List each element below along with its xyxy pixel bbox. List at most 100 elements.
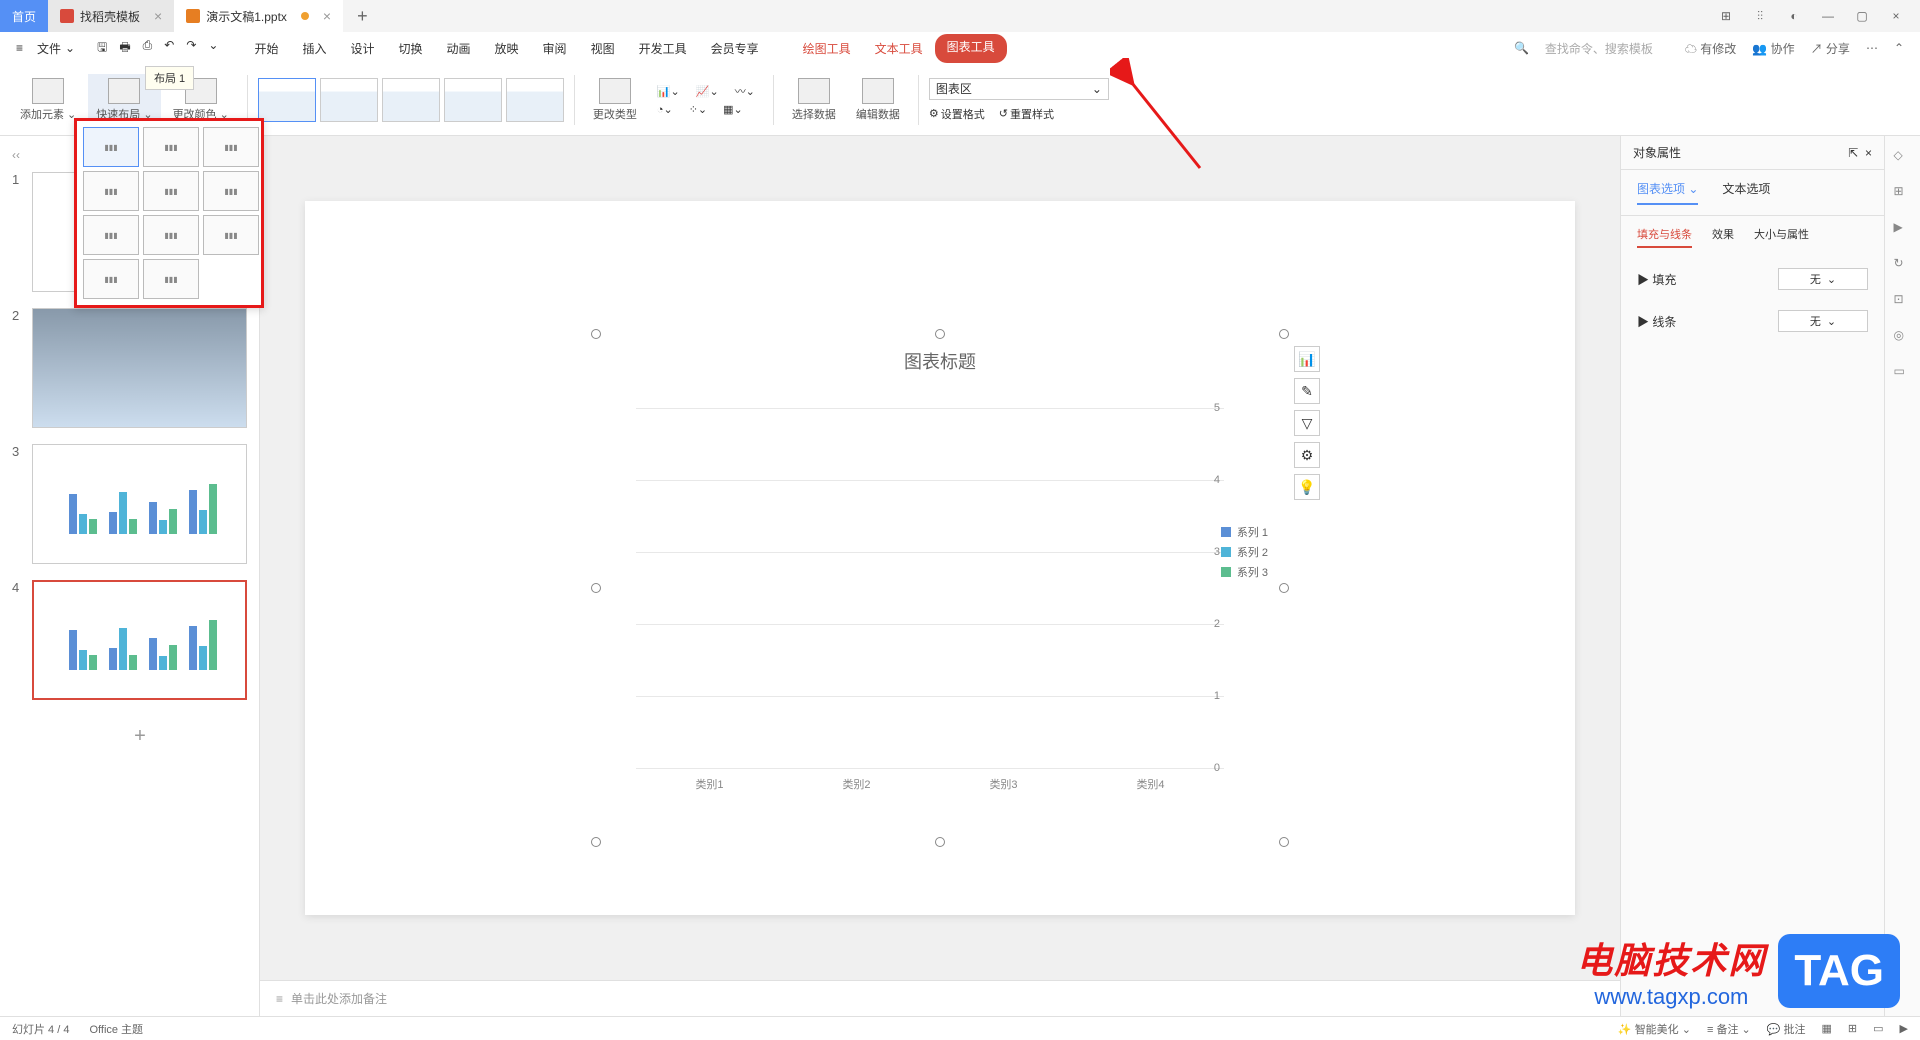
chart-style-1[interactable] [258, 78, 316, 122]
preview-icon[interactable]: ⎙ [143, 38, 153, 59]
view-sorter-icon[interactable]: ⊞ [1848, 1022, 1857, 1035]
close-panel-icon[interactable]: × [1865, 146, 1872, 160]
chart-style-4[interactable] [444, 78, 502, 122]
scatter-type-dropdown[interactable]: ⁘⌄ [689, 103, 707, 116]
props-subtab-fill[interactable]: 填充与线条 [1637, 226, 1692, 248]
tab-template[interactable]: 找稻壳模板 × [48, 0, 174, 32]
chart-style-3[interactable] [382, 78, 440, 122]
chart-object[interactable]: 图表标题 012345 类别1类别2类别3类别4 系列 1系列 2系列 3 📊 … [595, 333, 1285, 843]
change-type-button[interactable]: 更改类型 [585, 74, 645, 126]
file-menu[interactable]: 文件⌄ [29, 36, 83, 61]
search-hint[interactable]: 查找命令、搜索模板 [1545, 40, 1653, 57]
tab-member[interactable]: 会员专享 [699, 34, 771, 63]
tab-text-tools[interactable]: 文本工具 [863, 34, 935, 63]
print-icon[interactable]: 🖶 [119, 38, 130, 59]
tab-home[interactable]: 首页 [0, 0, 48, 32]
menu-more-icon[interactable]: ⋯ [1866, 41, 1878, 55]
view-reading-icon[interactable]: ▭ [1873, 1022, 1883, 1035]
layout-option-9[interactable]: ▮▮▮ [203, 215, 259, 255]
notes-toggle[interactable]: ≡ 备注 ⌄ [1707, 1021, 1751, 1037]
collapse-panel-icon[interactable]: ‹‹ [12, 148, 28, 164]
layout-option-5[interactable]: ▮▮▮ [143, 171, 199, 211]
reset-style-button[interactable]: ↺ 重置样式 [999, 106, 1054, 122]
pie-type-dropdown[interactable]: ◔⌄ [657, 103, 673, 116]
area-type-dropdown[interactable]: 〰⌄ [735, 83, 755, 99]
chart-elements-button[interactable]: 📊 [1294, 346, 1320, 372]
side-tool-4[interactable]: ↻ [1894, 256, 1912, 274]
chart-settings-button[interactable]: ⚙ [1294, 442, 1320, 468]
side-tool-1[interactable]: ◇ [1894, 148, 1912, 166]
props-tab-chart[interactable]: 图表选项 ⌄ [1637, 180, 1698, 205]
layout-option-8[interactable]: ▮▮▮ [143, 215, 199, 255]
user-icon[interactable]: ◐ [1786, 8, 1802, 24]
layout-option-7[interactable]: ▮▮▮ [83, 215, 139, 255]
props-subtab-effect[interactable]: 效果 [1712, 226, 1734, 248]
side-tool-5[interactable]: ⊡ [1894, 292, 1912, 310]
side-tool-3[interactable]: ▶ [1894, 220, 1912, 238]
chart-styles-button[interactable]: ✎ [1294, 378, 1320, 404]
undo-icon[interactable]: ↶ [164, 38, 174, 59]
chart-title[interactable]: 图表标题 [596, 334, 1284, 388]
side-tool-2[interactable]: ⊞ [1894, 184, 1912, 202]
side-tool-6[interactable]: ◎ [1894, 328, 1912, 346]
search-icon[interactable]: 🔍 [1514, 41, 1529, 55]
minimize-button[interactable]: — [1820, 8, 1836, 24]
props-subtab-size[interactable]: 大小与属性 [1754, 226, 1809, 248]
maximize-button[interactable]: ▢ [1854, 8, 1870, 24]
slide-thumb-3[interactable] [32, 444, 247, 564]
tab-drawing-tools[interactable]: 绘图工具 [791, 34, 863, 63]
tab-review[interactable]: 审阅 [531, 34, 579, 63]
layout-icon[interactable]: ⊞ [1718, 8, 1734, 24]
layout-option-10[interactable]: ▮▮▮ [83, 259, 139, 299]
chart-style-5[interactable] [506, 78, 564, 122]
chart-ideas-button[interactable]: 💡 [1294, 474, 1320, 500]
edit-data-button[interactable]: 编辑数据 [848, 74, 908, 126]
hamburger-icon[interactable]: ≡ [16, 41, 23, 55]
layout-option-11[interactable]: ▮▮▮ [143, 259, 199, 299]
collab-button[interactable]: 👥 协作 [1752, 40, 1794, 57]
new-tab-button[interactable]: + [343, 0, 382, 32]
chart-style-gallery[interactable] [258, 78, 564, 122]
slide-page[interactable]: 图表标题 012345 类别1类别2类别3类别4 系列 1系列 2系列 3 📊 … [305, 201, 1575, 915]
notes-bar[interactable]: ≡ 单击此处添加备注 [260, 980, 1620, 1016]
pin-icon[interactable]: ⇱ [1848, 146, 1858, 160]
tab-animation[interactable]: 动画 [435, 34, 483, 63]
cloud-sync[interactable]: ☁ 有修改 [1685, 40, 1736, 57]
chart-legend[interactable]: 系列 1系列 2系列 3 [1221, 524, 1268, 584]
line-select[interactable]: 无⌄ [1778, 310, 1868, 332]
chart-filters-button[interactable]: ▽ [1294, 410, 1320, 436]
beautify-button[interactable]: ✨ 智能美化 ⌄ [1618, 1021, 1691, 1037]
tab-transition[interactable]: 切换 [387, 34, 435, 63]
tab-view[interactable]: 视图 [579, 34, 627, 63]
layout-option-4[interactable]: ▮▮▮ [83, 171, 139, 211]
layout-option-3[interactable]: ▮▮▮ [203, 127, 259, 167]
layout-option-1[interactable]: ▮▮▮ [83, 127, 139, 167]
layout-option-6[interactable]: ▮▮▮ [203, 171, 259, 211]
fill-select[interactable]: 无⌄ [1778, 268, 1868, 290]
slide-thumb-2[interactable] [32, 308, 247, 428]
view-slideshow-icon[interactable]: ▶ [1900, 1022, 1908, 1035]
combo-type-dropdown[interactable]: ▦⌄ [723, 103, 743, 116]
line-type-dropdown[interactable]: 📈⌄ [696, 83, 719, 99]
layout-option-2[interactable]: ▮▮▮ [143, 127, 199, 167]
collapse-ribbon-icon[interactable]: ⌃ [1894, 41, 1904, 55]
close-icon[interactable]: × [323, 8, 331, 24]
tab-developer[interactable]: 开发工具 [627, 34, 699, 63]
tab-slideshow[interactable]: 放映 [483, 34, 531, 63]
chart-plot-area[interactable]: 012345 [636, 408, 1224, 768]
apps-icon[interactable]: ⫶⫶ [1752, 8, 1768, 24]
more-icon[interactable]: ⌄ [208, 38, 218, 59]
tab-chart-tools[interactable]: 图表工具 [935, 34, 1007, 63]
save-icon[interactable]: 🖫 [97, 38, 107, 59]
view-normal-icon[interactable]: ▦ [1822, 1022, 1832, 1035]
redo-icon[interactable]: ↷ [186, 38, 196, 59]
tab-document[interactable]: 演示文稿1.pptx × [174, 0, 343, 32]
add-slide-button[interactable]: + [32, 716, 248, 756]
slide-thumb-4[interactable] [32, 580, 247, 700]
comment-button[interactable]: 💬 批注 [1767, 1021, 1806, 1037]
chart-element-combo[interactable]: 图表区⌄ [929, 78, 1109, 100]
tab-design[interactable]: 设计 [338, 34, 386, 63]
close-button[interactable]: × [1888, 8, 1904, 24]
tab-start[interactable]: 开始 [242, 34, 290, 63]
close-icon[interactable]: × [154, 8, 162, 24]
